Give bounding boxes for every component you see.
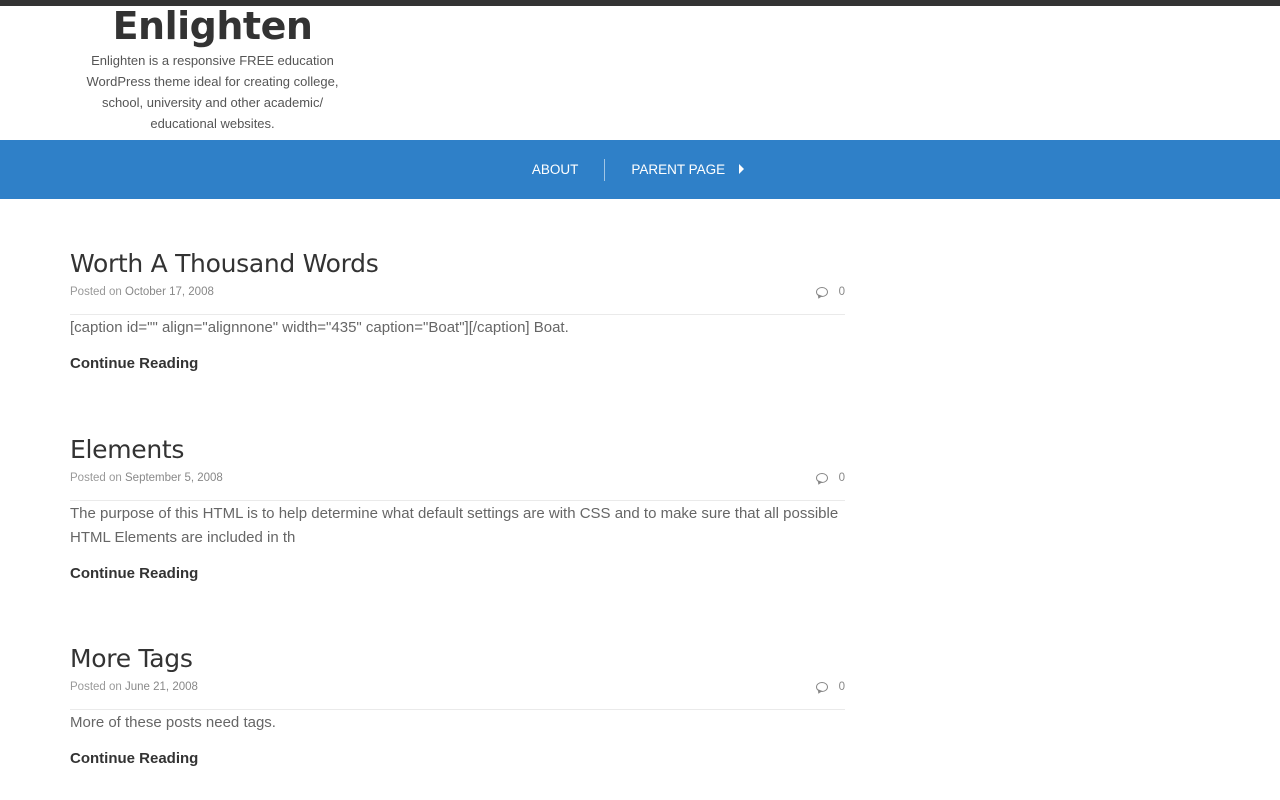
comment-count: 0 <box>838 472 845 484</box>
comments-link[interactable]: 0 <box>815 471 845 485</box>
post-meta: Posted on September 5, 2008 0 <box>70 471 845 501</box>
comment-count: 0 <box>838 286 845 298</box>
posted-on: Posted on October 17, 2008 <box>70 285 214 299</box>
nav-item-about[interactable]: About <box>506 159 605 181</box>
posted-on: Posted on September 5, 2008 <box>70 471 223 485</box>
comments-link[interactable]: 0 <box>815 680 845 694</box>
comment-count: 0 <box>838 681 845 693</box>
caret-right-icon <box>739 163 745 174</box>
site-title[interactable]: Enlighten <box>70 6 355 46</box>
posted-on: Posted on June 21, 2008 <box>70 680 198 694</box>
speech-bubble-icon <box>815 287 828 297</box>
post-article: Elements Posted on September 5, 2008 0 T… <box>70 435 845 583</box>
post-date[interactable]: October 17, 2008 <box>125 286 214 298</box>
post-date[interactable]: June 21, 2008 <box>125 681 198 693</box>
post-title[interactable]: Elements <box>70 435 184 465</box>
posted-on-label: Posted on <box>70 472 122 484</box>
main-navigation: About Parent Page <box>0 140 1280 199</box>
comments-link[interactable]: 0 <box>815 285 845 299</box>
post-excerpt: [caption id="" align="alignnone" width="… <box>70 319 569 336</box>
post-meta: Posted on June 21, 2008 0 <box>70 680 845 710</box>
site-description: Enlighten is a responsive FREE education… <box>86 53 339 131</box>
nav-item-label: Parent Page <box>631 162 726 177</box>
post-meta: Posted on October 17, 2008 0 <box>70 285 845 315</box>
post-excerpt: The purpose of this HTML is to help dete… <box>70 505 839 546</box>
continue-reading-link[interactable]: Continue Reading <box>70 750 198 767</box>
speech-bubble-icon <box>815 682 828 692</box>
post-title[interactable]: Worth A Thousand Words <box>70 249 379 279</box>
continue-reading-link[interactable]: Continue Reading <box>70 355 198 372</box>
nav-menu: About Parent Page <box>0 140 1280 199</box>
site-header: Enlighten Enlighten is a responsive FREE… <box>0 6 1280 140</box>
post-excerpt: More of these posts need tags. <box>70 714 276 731</box>
post-article: More Tags Posted on June 21, 2008 0 More… <box>70 644 845 768</box>
nav-item-label: About <box>531 162 579 177</box>
speech-bubble-icon <box>815 473 828 483</box>
continue-reading-link[interactable]: Continue Reading <box>70 565 198 582</box>
posted-on-label: Posted on <box>70 681 122 693</box>
nav-item-parent-page[interactable]: Parent Page <box>604 158 770 181</box>
post-title[interactable]: More Tags <box>70 644 193 674</box>
site-branding: Enlighten Enlighten is a responsive FREE… <box>70 6 355 134</box>
post-article: Worth A Thousand Words Posted on October… <box>70 249 845 373</box>
post-date[interactable]: September 5, 2008 <box>125 472 223 484</box>
posted-on-label: Posted on <box>70 286 122 298</box>
